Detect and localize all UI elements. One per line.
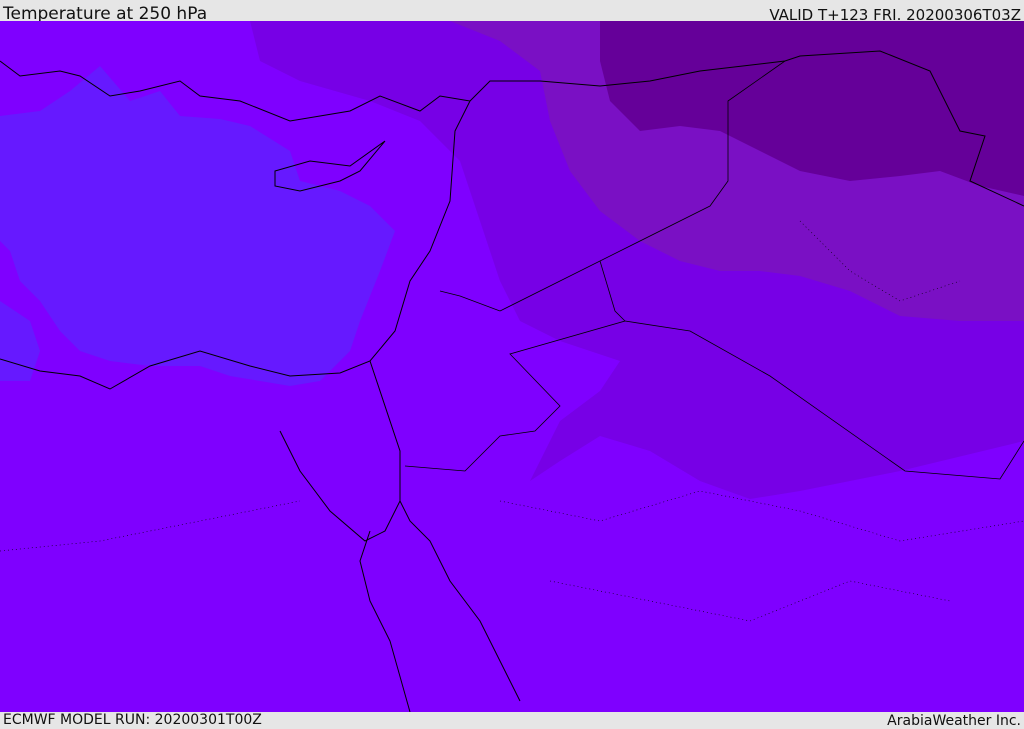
credit: ArabiaWeather Inc.	[887, 713, 1021, 729]
header-bar: Temperature at 250 hPa VALID T+123 FRI. …	[0, 0, 1024, 24]
model-run: ECMWF MODEL RUN: 20200301T00Z	[3, 712, 262, 728]
footer-bar: ECMWF MODEL RUN: 20200301T00Z ArabiaWeat…	[0, 712, 1024, 729]
temperature-map	[0, 21, 1024, 712]
